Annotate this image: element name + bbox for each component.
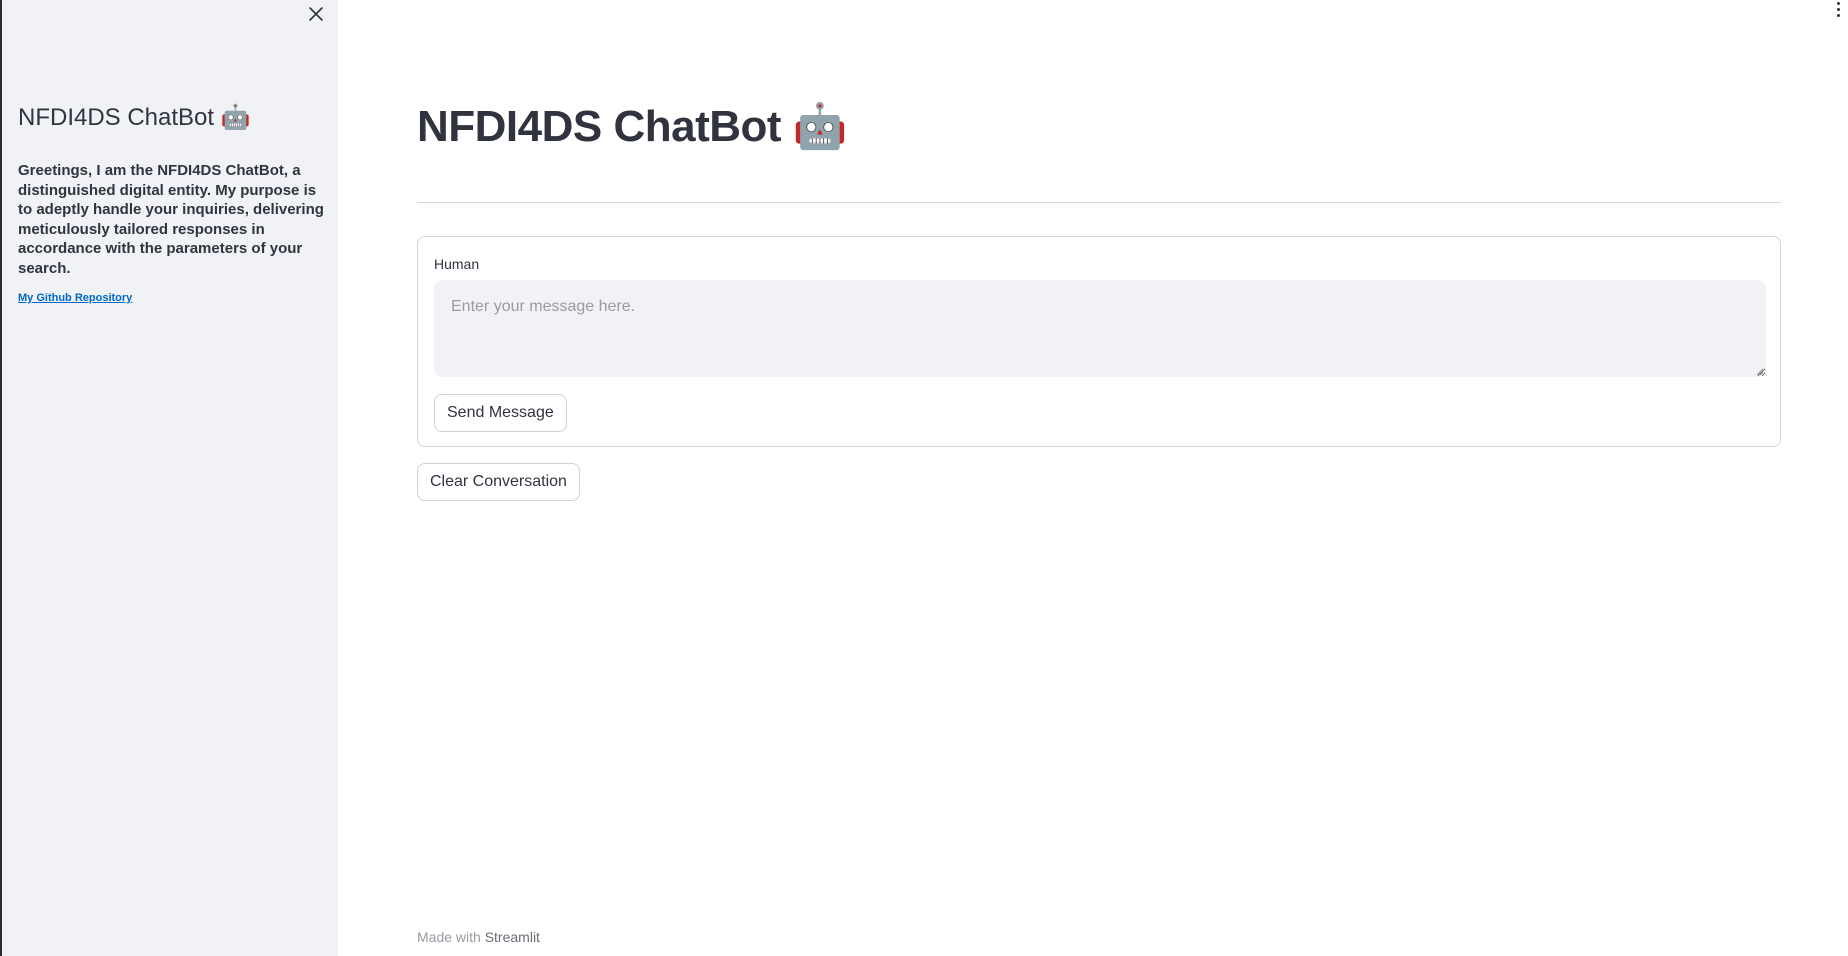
resize-grip-icon[interactable]	[1756, 368, 1764, 376]
clear-conversation-button[interactable]: Clear Conversation	[417, 463, 580, 501]
footer: Made with Streamlit	[417, 929, 540, 945]
github-repository-link[interactable]: My Github Repository	[18, 292, 132, 304]
sidebar-description: Greetings, I am the NFDI4DS ChatBot, a d…	[18, 162, 324, 277]
close-icon[interactable]	[304, 2, 328, 26]
message-form: Human Send Message	[417, 236, 1781, 447]
streamlit-link[interactable]: Streamlit	[485, 929, 540, 945]
page-title: NFDI4DS ChatBot 🤖	[417, 102, 848, 151]
sidebar-title: NFDI4DS ChatBot 🤖	[18, 104, 251, 131]
footer-prefix: Made with	[417, 929, 481, 945]
message-input[interactable]	[434, 280, 1766, 377]
app-root: NFDI4DS ChatBot 🤖 Greetings, I am the NF…	[0, 0, 1848, 956]
human-field-label: Human	[434, 256, 480, 272]
divider	[417, 202, 1781, 203]
sidebar: NFDI4DS ChatBot 🤖 Greetings, I am the NF…	[2, 0, 338, 956]
more-vertical-icon[interactable]	[1832, 1, 1844, 21]
send-message-button[interactable]: Send Message	[434, 394, 567, 432]
